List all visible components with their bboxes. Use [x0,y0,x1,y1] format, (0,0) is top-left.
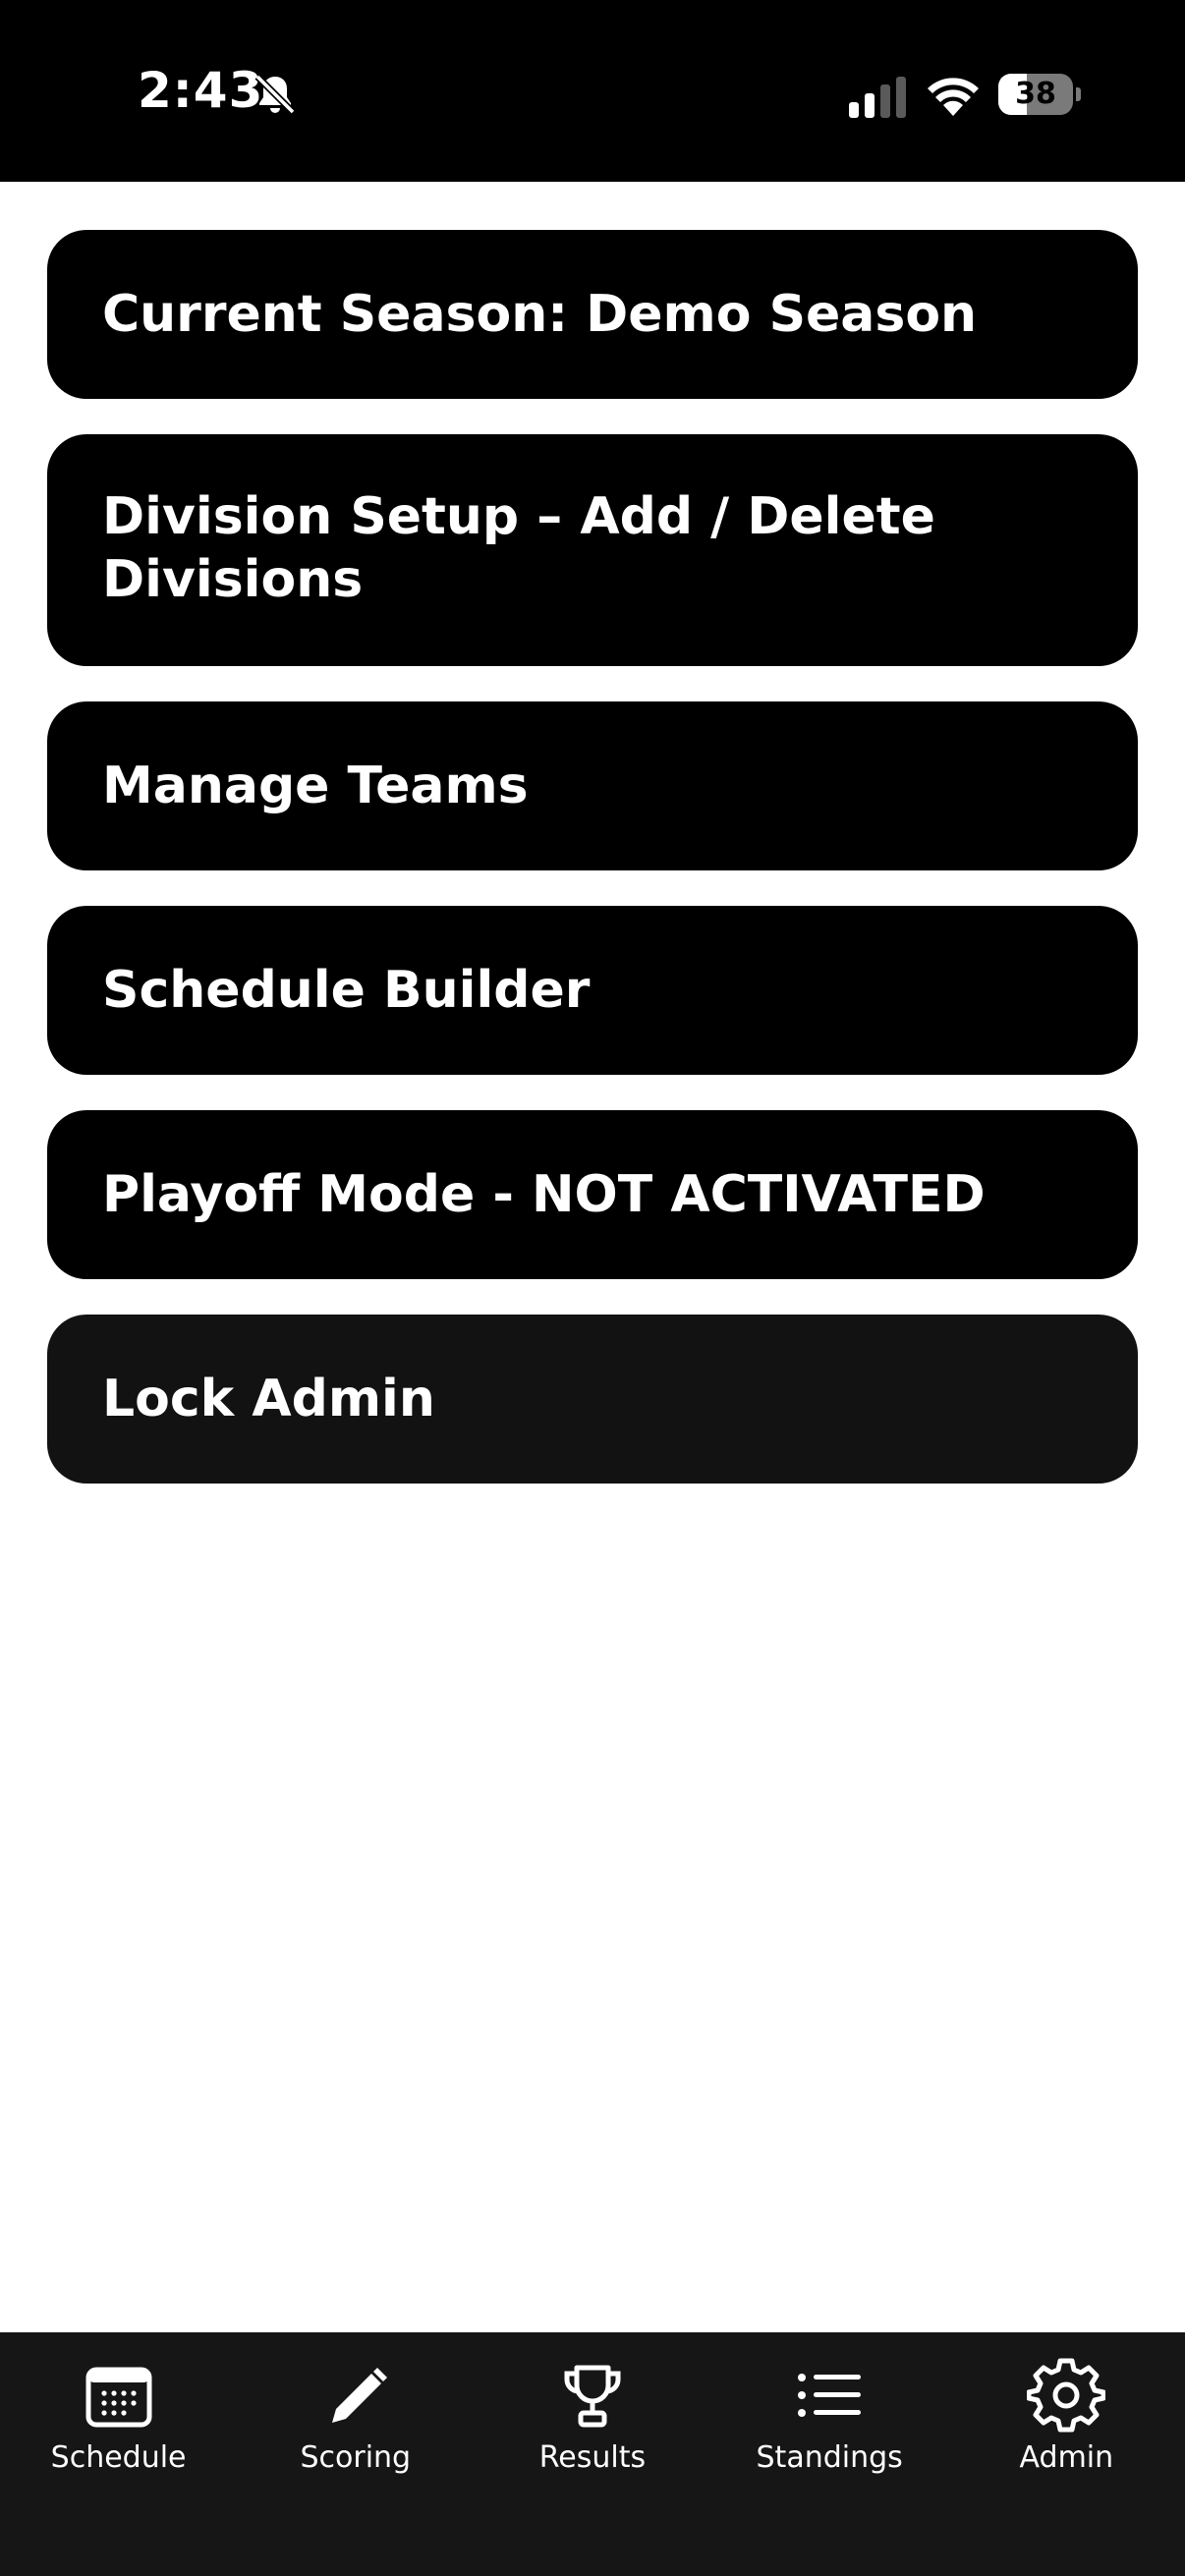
current-season-button[interactable]: Current Season: Demo Season [47,230,1138,399]
tab-label-results: Results [538,2440,647,2475]
list-icon [798,2374,862,2417]
status-time: 2:43 [138,62,264,119]
pencil-icon [331,2368,387,2423]
playoff-mode-button[interactable]: Playoff Mode - NOT ACTIVATED [47,1110,1138,1279]
tab-scoring[interactable]: Scoring [237,2332,474,2576]
tab-standings[interactable]: Standings [711,2332,948,2576]
trophy-icon [564,2365,621,2428]
tab-admin[interactable]: Admin [948,2332,1185,2576]
lock-admin-button[interactable]: Lock Admin [47,1315,1138,1484]
tab-label-schedule: Schedule [50,2440,187,2475]
calendar-icon [85,2367,152,2428]
battery-level: 38 [1015,77,1056,111]
status-bar: 2:43 38 [0,0,1185,182]
division-setup-button[interactable]: Division Setup – Add / Delete Divisions [47,434,1138,666]
wifi-icon [928,78,979,116]
manage-teams-button[interactable]: Manage Teams [47,701,1138,870]
tab-label-admin: Admin [1019,2440,1114,2475]
tab-label-scoring: Scoring [300,2440,412,2475]
tab-schedule[interactable]: Schedule [0,2332,237,2576]
bell-slash-icon [254,74,296,115]
admin-menu: Current Season: Demo Season Division Set… [47,230,1138,1519]
tab-results[interactable]: Results [474,2332,710,2576]
tab-bar: Schedule Scoring Results Standings Admin [0,2332,1185,2576]
schedule-builder-button[interactable]: Schedule Builder [47,906,1138,1075]
gear-icon [1027,2358,1106,2433]
battery-icon: 38 [998,74,1081,115]
tab-label-standings: Standings [756,2440,903,2475]
cellular-signal-icon [849,77,906,118]
